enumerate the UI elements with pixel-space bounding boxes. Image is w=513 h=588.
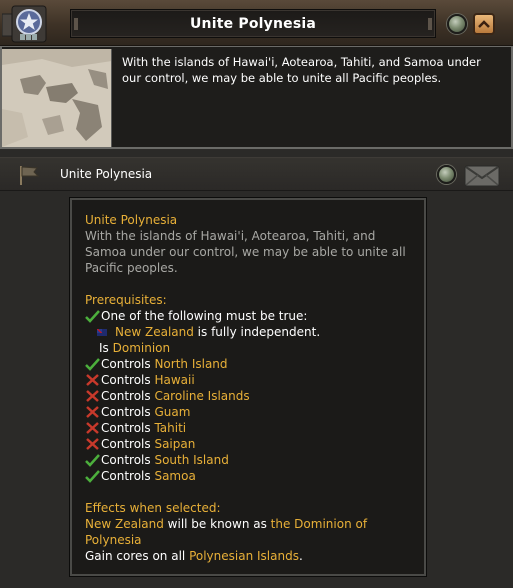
- cross-icon: [86, 390, 99, 402]
- focus-title: Unite Polynesia: [189, 15, 317, 32]
- collapse-button[interactable]: [473, 13, 495, 35]
- effect-cores: Gain cores on all Polynesian Islands.: [85, 548, 412, 564]
- controls-prefix: Controls: [101, 437, 155, 451]
- chevron-up-icon: [478, 20, 490, 28]
- controls-prefix: Controls: [101, 453, 155, 467]
- controls-list: Controls North Island Controls Hawaii Cont…: [85, 356, 412, 484]
- controls-prefix: Controls: [101, 405, 155, 419]
- cross-icon: [86, 422, 99, 434]
- tooltip-title: Unite Polynesia: [85, 213, 178, 227]
- effect-cores-suffix: .: [298, 549, 303, 563]
- focus-tooltip: Unite Polynesia With the islands of Hawa…: [70, 198, 426, 576]
- status-indicator-button[interactable]: [437, 165, 456, 184]
- envelope-icon[interactable]: [464, 165, 500, 187]
- controls-place: Hawaii: [154, 373, 195, 387]
- control-requirement-row: Controls Saipan: [85, 436, 412, 452]
- controls-prefix: Controls: [101, 421, 155, 435]
- is-prefix: Is: [99, 341, 113, 355]
- nz-flag-icon: [97, 328, 107, 336]
- status-indicator-button[interactable]: [447, 14, 467, 34]
- effect-rename-mid: will be known as: [163, 517, 271, 531]
- controls-prefix: Controls: [101, 469, 155, 483]
- description-panel: With the islands of Hawai'i, Aotearoa, T…: [0, 46, 513, 149]
- controls-place: Caroline Islands: [154, 389, 250, 403]
- flag-icon: [17, 164, 41, 186]
- controls-place: Samoa: [154, 469, 196, 483]
- control-requirement-row: Controls Caroline Islands: [85, 388, 412, 404]
- cross-icon: [86, 438, 99, 450]
- check-icon: [85, 454, 100, 467]
- controls-place: Guam: [154, 405, 191, 419]
- check-icon: [85, 470, 100, 483]
- title-plate: Unite Polynesia: [70, 9, 436, 38]
- check-icon: [85, 358, 100, 371]
- control-requirement-row: Controls Samoa: [85, 468, 412, 484]
- focus-row[interactable]: Unite Polynesia: [0, 157, 513, 191]
- prereq-is-dominion: Is Dominion: [85, 340, 412, 356]
- cross-icon: [86, 406, 99, 418]
- control-requirement-row: Controls Guam: [85, 404, 412, 420]
- prereq-one-of-text: One of the following must be true:: [101, 309, 308, 323]
- focus-row-label: Unite Polynesia: [60, 167, 153, 181]
- controls-place: Saipan: [154, 437, 196, 451]
- prereq-one-of: One of the following must be true:: [85, 308, 412, 324]
- control-requirement-row: Controls North Island: [85, 356, 412, 372]
- controls-place: South Island: [154, 453, 229, 467]
- nz-independent-text: is fully independent.: [193, 325, 321, 339]
- controls-place: Tahiti: [154, 421, 187, 435]
- star-emblem-icon: [1, 4, 48, 44]
- controls-place: North Island: [154, 357, 228, 371]
- cross-icon: [86, 374, 99, 386]
- effect-cores-value: Polynesian Islands: [189, 549, 299, 563]
- effects-header: Effects when selected:: [85, 501, 221, 515]
- control-requirement-row: Controls Tahiti: [85, 420, 412, 436]
- description-frame: [0, 46, 513, 149]
- check-icon: [85, 310, 100, 323]
- controls-prefix: Controls: [101, 357, 155, 371]
- effect-rename-country: New Zealand: [85, 517, 164, 531]
- controls-prefix: Controls: [101, 373, 155, 387]
- nz-country: New Zealand: [115, 325, 194, 339]
- controls-prefix: Controls: [101, 389, 155, 403]
- tooltip-description: With the islands of Hawai'i, Aotearoa, T…: [85, 229, 406, 275]
- effect-rename: New Zealand will be known as the Dominio…: [85, 516, 412, 548]
- control-requirement-row: Controls Hawaii: [85, 372, 412, 388]
- effect-cores-prefix: Gain cores on all: [85, 549, 190, 563]
- focus-header: Unite Polynesia: [0, 0, 513, 46]
- prereq-nz-independent: New Zealand is fully independent.: [85, 324, 412, 340]
- prerequisites-header: Prerequisites:: [85, 293, 167, 307]
- control-requirement-row: Controls South Island: [85, 452, 412, 468]
- is-dominion-value: Dominion: [112, 341, 171, 355]
